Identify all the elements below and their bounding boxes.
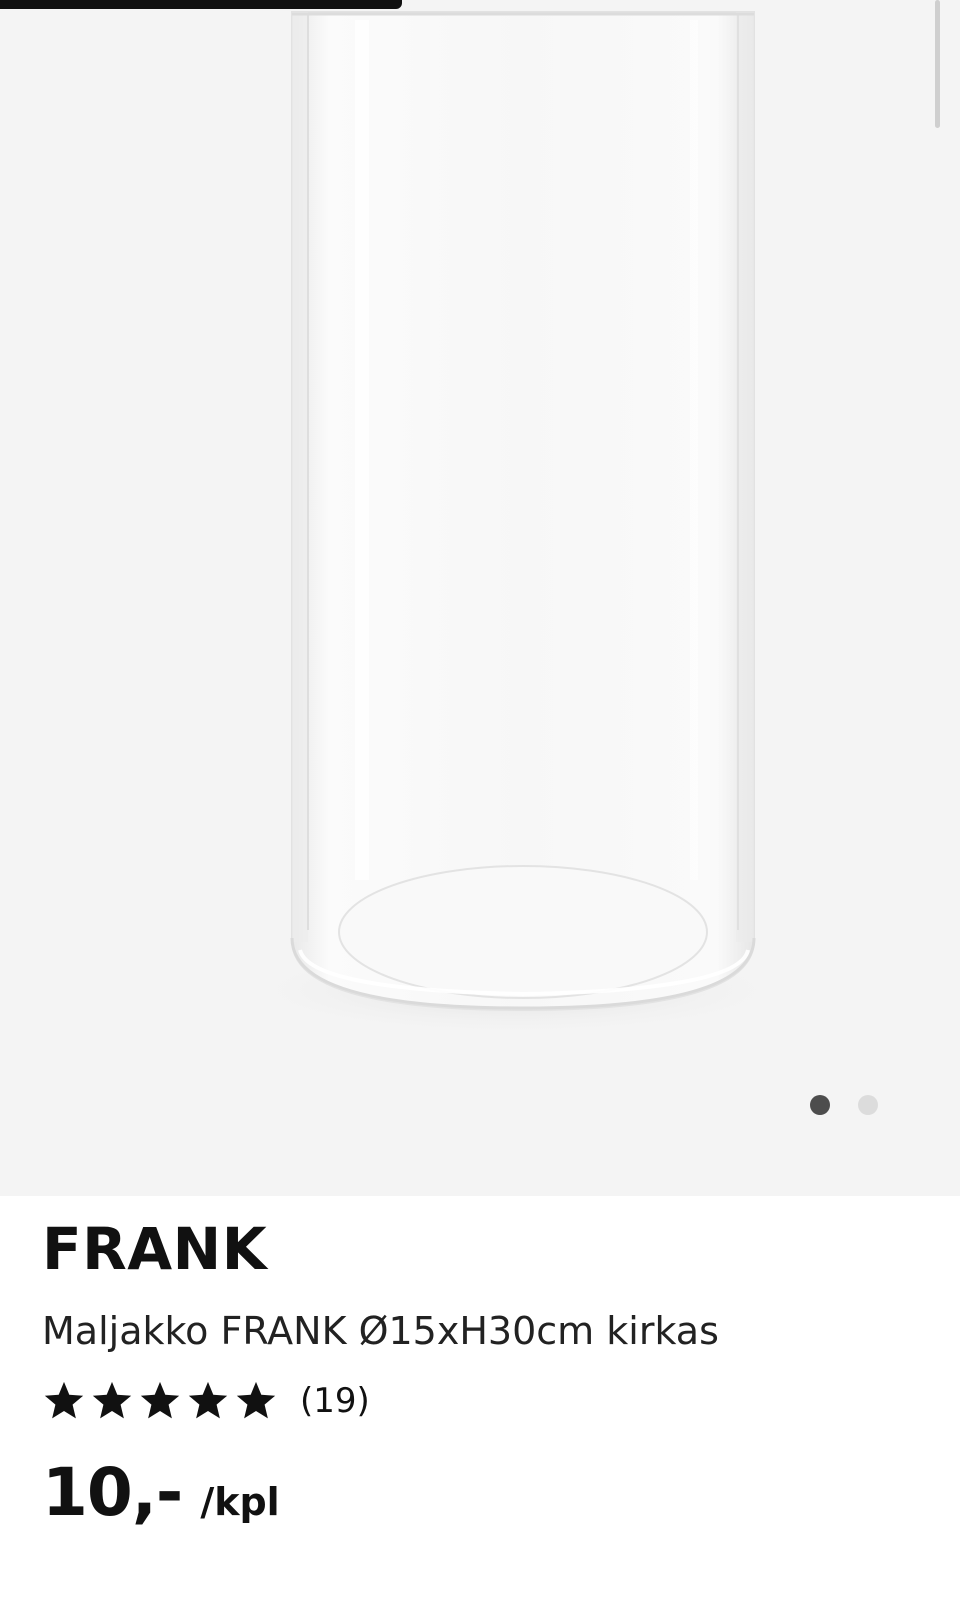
star-icon — [188, 1381, 228, 1419]
product-info: FRANK Maljakko FRANK Ø15xH30cm kirkas (1… — [42, 1220, 918, 1526]
product-rating[interactable]: (19) — [42, 1380, 918, 1422]
price-unit: /kpl — [200, 1480, 280, 1524]
product-description: Maljakko FRANK Ø15xH30cm kirkas — [42, 1309, 719, 1353]
rating-stars — [42, 1380, 278, 1422]
price-amount: 10,- — [42, 1454, 183, 1531]
product-image-gallery[interactable] — [0, 0, 960, 1196]
product-title: FRANK — [42, 1215, 268, 1283]
star-icon — [92, 1381, 132, 1419]
star-icon — [44, 1381, 84, 1419]
star-icon — [236, 1381, 276, 1419]
image-pagination — [810, 1095, 878, 1115]
price: 10,- /kpl — [42, 1460, 918, 1526]
pagination-dot-2[interactable] — [858, 1095, 878, 1115]
star-icon — [140, 1381, 180, 1419]
review-count[interactable]: (19) — [300, 1381, 370, 1421]
vase-image[interactable] — [0, 0, 960, 1196]
pagination-dot-1[interactable] — [810, 1095, 830, 1115]
